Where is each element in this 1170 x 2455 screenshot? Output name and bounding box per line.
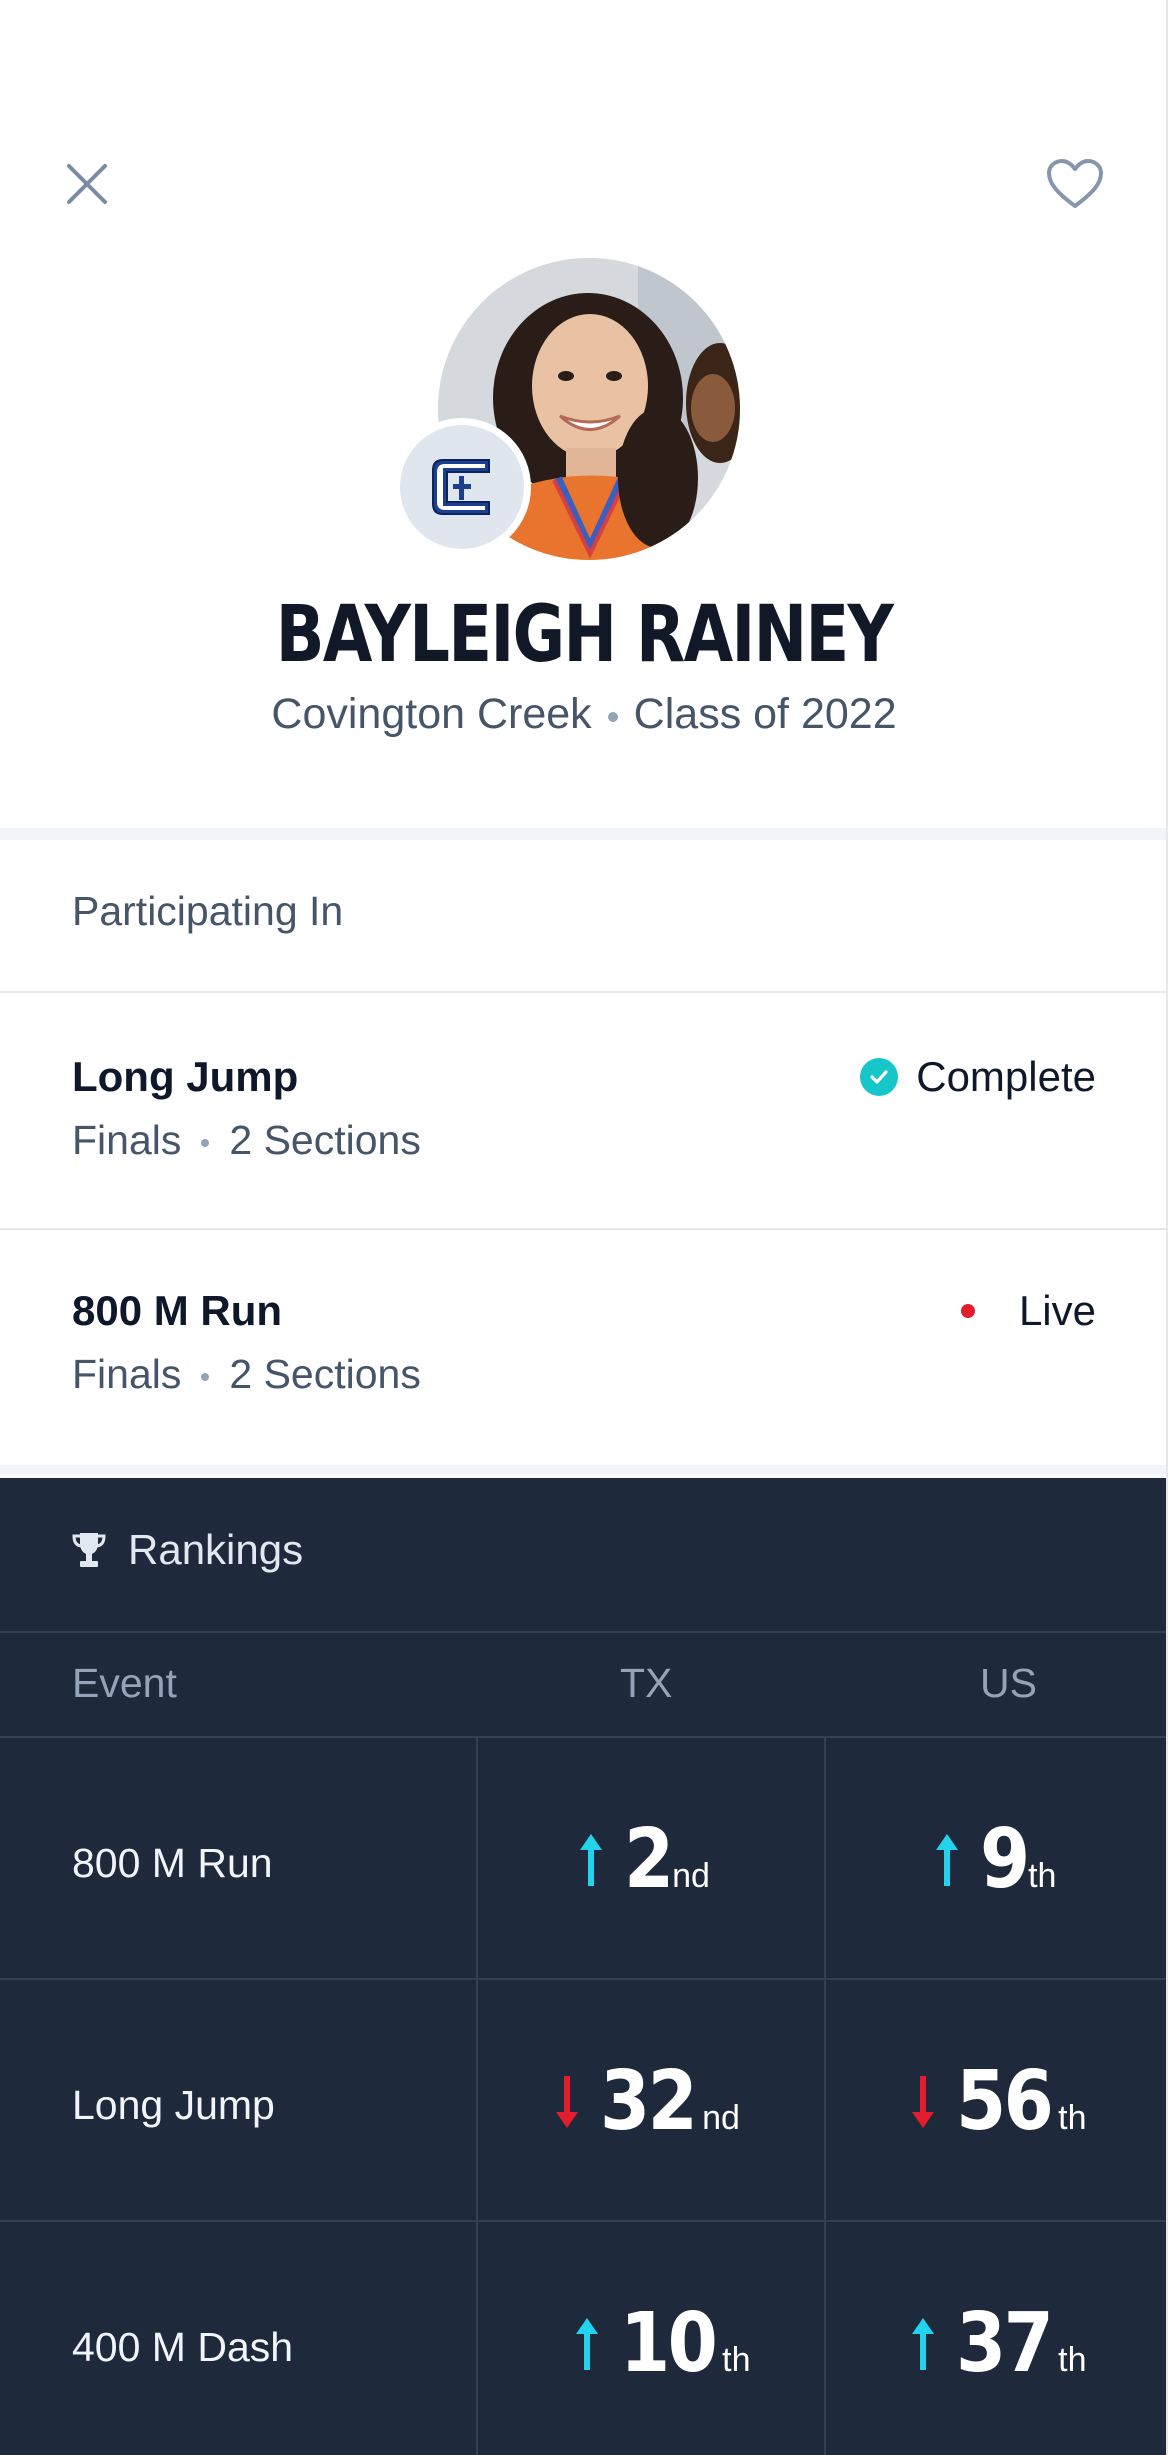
separator-dot [607,711,618,722]
ranking-event-name: 800 M Run [72,1840,273,1886]
ranking-event-name: Long Jump [72,2082,275,2128]
column-header-us: US [980,1660,1037,1706]
arrow-up-icon [576,2317,598,2370]
divider [0,2220,1168,2222]
event-meta: Finals 2 Sections [72,1117,421,1164]
rankings-header: Rankings [72,1526,303,1574]
separator-dot [201,1139,210,1148]
live-dot-icon [960,1304,975,1318]
athlete-name: BAYLEIGH RAINEY [275,590,894,680]
favorite-button[interactable] [1035,144,1115,224]
us-rank: 9 th [934,1812,1056,1907]
athlete-profile-screen: BAYLEIGH RAINEY Covington Creek Class of … [0,0,1168,2455]
event-name: Long Jump [72,1053,299,1100]
column-divider [476,1738,478,2455]
school-name: Covington Creek [271,690,592,738]
column-header-tx: TX [620,1660,673,1706]
trophy-icon [72,1533,106,1567]
tx-rank: 10 th [574,2296,750,2391]
status-badge-complete: Complete [860,1053,1096,1101]
divider [0,1736,1168,1738]
tx-rank: 32 nd [554,2054,740,2149]
status-badge-live: Live [960,1287,1096,1335]
close-icon [67,164,107,204]
arrow-up-icon [912,2317,934,2370]
event-row-long-jump[interactable]: Long Jump Finals 2 Sections Complete [0,993,1168,1223]
class-year: Class of 2022 [633,690,897,738]
arrow-up-icon [936,1833,958,1886]
event-sections: 2 Sections [229,1117,421,1163]
section-separator [0,828,1168,840]
check-circle-icon [860,1058,899,1096]
ranking-event-name: 400 M Dash [72,2324,294,2370]
divider [0,1978,1168,1980]
us-rank: 37 th [910,2296,1086,2391]
participating-title: Participating In [72,888,344,934]
close-button[interactable] [47,144,127,224]
event-row-800m-run[interactable]: 800 M Run Finals 2 Sections Live [0,1227,1168,1457]
column-header-event: Event [72,1660,177,1706]
event-name: 800 M Run [72,1287,283,1334]
tx-rank: 2 nd [578,1812,710,1907]
separator-dot [201,1373,210,1382]
school-logo [393,418,531,556]
us-rank: 56 th [910,2054,1086,2149]
athlete-subtitle: Covington Creek Class of 2022 [0,690,1168,739]
arrow-down-icon [556,2075,578,2128]
divider [0,1631,1168,1633]
column-divider [824,1738,826,2455]
event-round: Finals [72,1351,182,1397]
status-label: Live [1018,1287,1096,1334]
arrow-down-icon [912,2075,934,2128]
school-logo-icon [432,459,490,515]
event-sections: 2 Sections [229,1351,421,1397]
heart-icon [1047,159,1103,208]
section-separator [0,1465,1168,1475]
arrow-up-icon [580,1833,602,1886]
event-round: Finals [72,1117,182,1163]
rankings-title: Rankings [128,1526,304,1573]
status-label: Complete [916,1053,1096,1100]
event-meta: Finals 2 Sections [72,1351,421,1398]
screen-edge [1166,0,1168,2455]
rankings-panel: Rankings Event TX US 800 M Run 2 nd 9 th… [0,1478,1168,2455]
